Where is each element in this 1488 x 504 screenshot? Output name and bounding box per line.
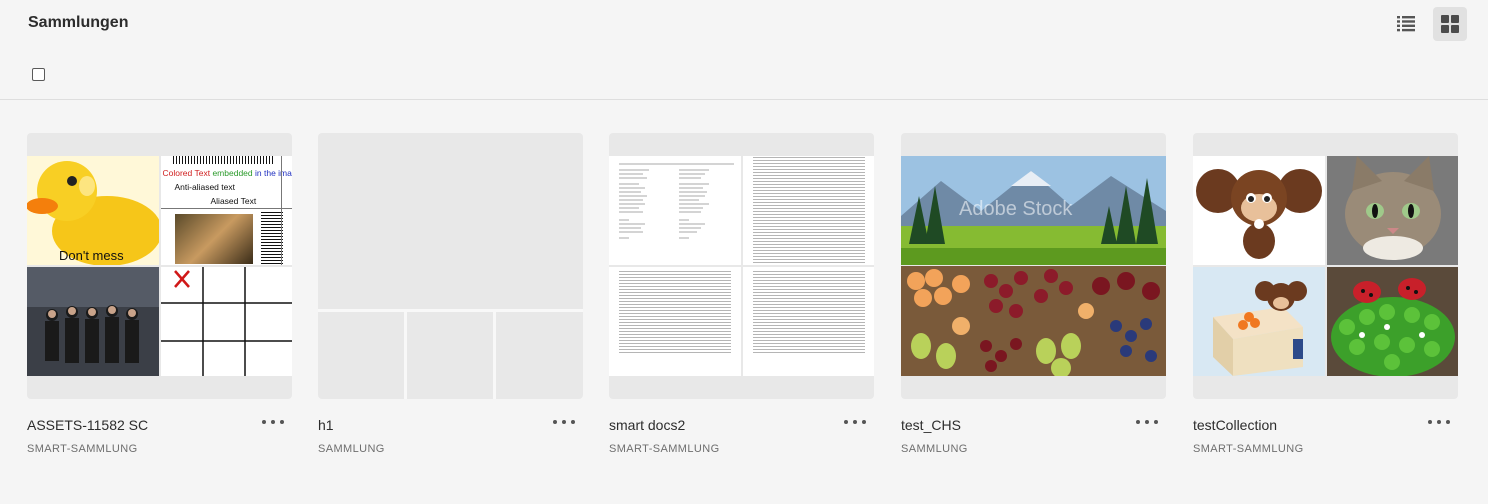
collection-card[interactable]: h1 SAMMLUNG	[318, 133, 583, 463]
collection-thumbnail[interactable]	[318, 133, 583, 399]
more-options-button[interactable]	[553, 415, 575, 429]
collection-thumbnail[interactable]	[609, 133, 874, 399]
thumbnail-tile-character	[1193, 156, 1325, 265]
collection-thumbnail[interactable]: Don't mess Colored Text embedded in the …	[27, 133, 292, 399]
collection-thumbnail[interactable]	[1193, 133, 1458, 399]
thumb-text-anti-aliased: Anti-aliased text	[174, 182, 235, 192]
list-view-button[interactable]	[1389, 7, 1423, 41]
card-title[interactable]: smart docs2	[609, 417, 685, 433]
thumb-text-embedded: embedded	[212, 168, 253, 178]
thumb-text-aliased: Aliased Text	[210, 196, 257, 206]
thumbnail-tile-box	[1193, 267, 1325, 376]
card-title[interactable]: h1	[318, 417, 334, 433]
watermark-text: Adobe Stock	[959, 198, 1073, 220]
barcode-strip	[172, 156, 273, 164]
thumbnail-tile-cake	[1326, 267, 1458, 376]
vertical-barcode	[260, 212, 283, 264]
placeholder-tile	[407, 312, 493, 399]
list-view-icon	[1397, 16, 1415, 32]
collection-card[interactable]: Adobe Stock test_CHS SAMMLUNG	[901, 133, 1166, 463]
thumbnail-tile-duck: Don't mess	[27, 156, 159, 265]
card-type: SMART-SAMMLUNG	[1193, 443, 1304, 455]
page-title: Sammlungen	[28, 14, 129, 31]
placeholder-tile	[496, 312, 583, 399]
collection-card[interactable]: testCollection SMART-SAMMLUNG	[1193, 133, 1458, 463]
landscape-image: Adobe Stock	[901, 156, 1166, 265]
collection-card[interactable]: smart docs2 SMART-SAMMLUNG	[609, 133, 874, 463]
thumb-text-colored: Colored Text	[162, 168, 211, 178]
document-page-1	[609, 156, 741, 265]
collection-thumbnail[interactable]: Adobe Stock	[901, 133, 1166, 399]
painting-image	[174, 214, 253, 264]
grid-image	[160, 267, 292, 376]
divider	[0, 99, 1488, 100]
thumb-text-in-image: in the image	[255, 168, 292, 178]
header: Sammlungen	[0, 0, 1488, 46]
placeholder-tile	[318, 312, 404, 399]
placeholder-tile	[318, 133, 583, 309]
card-type: SMART-SAMMLUNG	[27, 443, 138, 455]
collection-card[interactable]: Don't mess Colored Text embedded in the …	[27, 133, 292, 463]
thumbnail-tile-text: Colored Text embedded in the image Anti-…	[160, 156, 292, 265]
card-type: SMART-SAMMLUNG	[609, 443, 720, 455]
card-title[interactable]: ASSETS-11582 SC	[27, 417, 148, 433]
select-all-checkbox[interactable]	[32, 68, 45, 81]
thumbnail-tile-photo	[27, 267, 159, 376]
group-photo	[27, 267, 159, 376]
card-title[interactable]: testCollection	[1193, 417, 1277, 433]
more-options-button[interactable]	[1136, 415, 1158, 429]
grid-view-button[interactable]	[1433, 7, 1467, 41]
grid-view-icon	[1441, 15, 1459, 33]
document-page-3	[609, 267, 741, 376]
more-options-button[interactable]	[844, 415, 866, 429]
fruit-image	[901, 266, 1166, 376]
thumbnail-tile-grid	[160, 267, 292, 376]
more-options-button[interactable]	[262, 415, 284, 429]
thumbnail-tile-cat	[1326, 156, 1458, 265]
document-page-2	[742, 156, 874, 265]
document-page-4	[742, 267, 874, 376]
thumb-text-dont-mess: Don't mess	[59, 248, 124, 263]
more-options-button[interactable]	[1428, 415, 1450, 429]
card-type: SAMMLUNG	[318, 443, 385, 455]
card-type: SAMMLUNG	[901, 443, 968, 455]
card-title[interactable]: test_CHS	[901, 417, 961, 433]
